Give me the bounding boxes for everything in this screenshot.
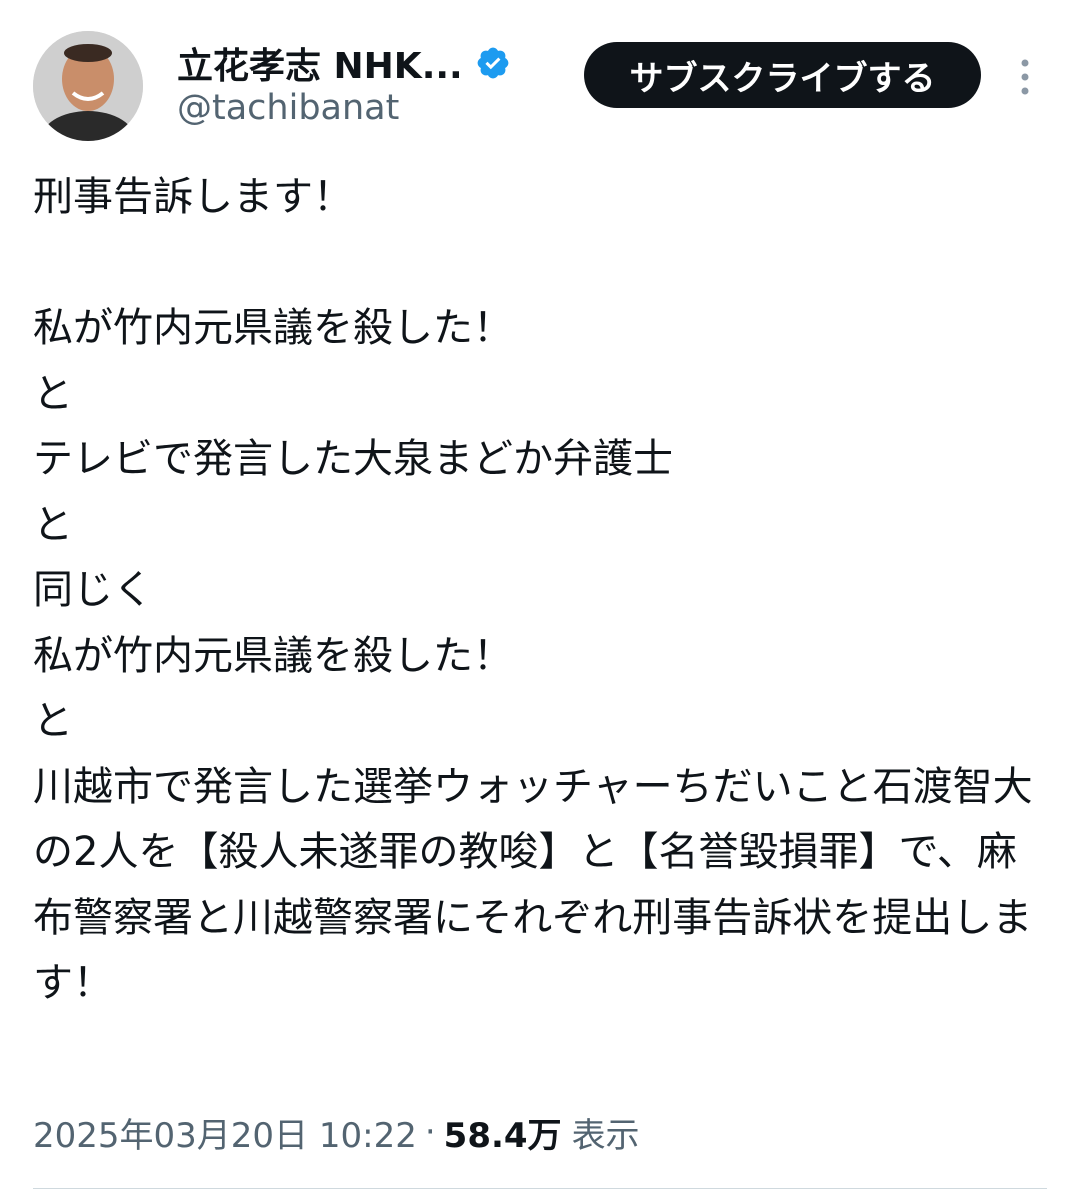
divider: [33, 1188, 1047, 1189]
more-vertical-icon[interactable]: [1010, 55, 1040, 99]
tweet-header: 立花孝志 NHK... @tachibanat サブスクライブする: [0, 0, 1080, 150]
tweet-timestamp[interactable]: 2025年03月20日 10:22: [33, 1108, 417, 1157]
views-count: 58.4万: [443, 1115, 562, 1156]
display-name[interactable]: 立花孝志 NHK...: [177, 37, 463, 89]
subscribe-button[interactable]: サブスクライブする: [584, 42, 981, 108]
meta-separator: ·: [424, 1112, 436, 1152]
author-handle[interactable]: @tachibanat: [177, 88, 399, 128]
tweet-meta: 2025年03月20日 10:22 · 58.4万 表示: [33, 1105, 640, 1159]
tweet-text: 刑事告訴します！ 私が竹内元県議を殺した！ と テレビで発言した大泉まどか弁護士…: [33, 174, 1033, 1006]
avatar[interactable]: [33, 31, 143, 141]
avatar-image: [33, 31, 143, 141]
views-label: 表示: [571, 1115, 640, 1156]
name-row: 立花孝志 NHK...: [177, 37, 511, 89]
verified-badge-icon: [475, 45, 511, 81]
